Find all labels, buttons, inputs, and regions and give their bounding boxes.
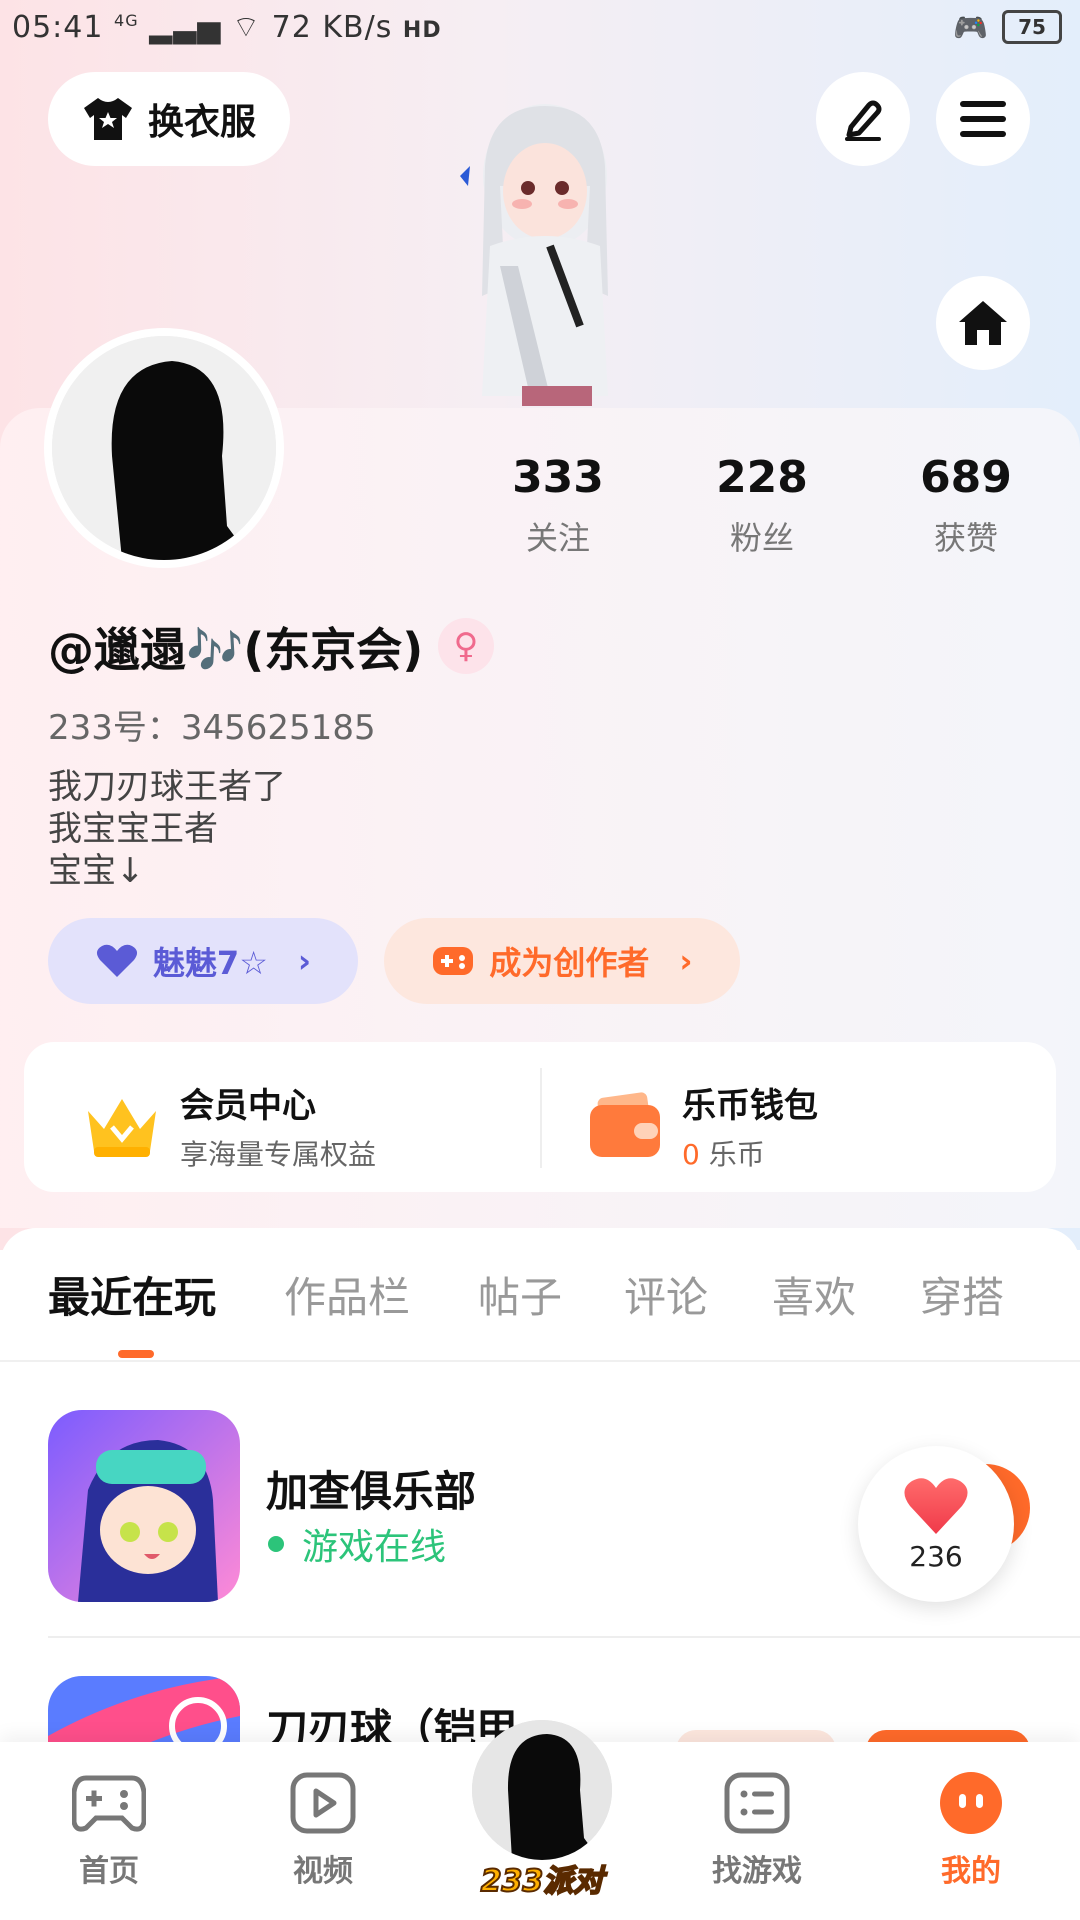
hd-badge: HD bbox=[402, 18, 442, 43]
likes-label: 获赞 bbox=[933, 519, 998, 557]
nav-mine[interactable]: 我的 bbox=[896, 1772, 1046, 1890]
chevron-right-icon: › bbox=[679, 942, 693, 980]
stat-following[interactable]: 333 关注 bbox=[488, 452, 628, 559]
home-icon bbox=[959, 301, 1007, 345]
heart-icon bbox=[96, 944, 137, 977]
like-bubble[interactable]: 236 bbox=[858, 1446, 1014, 1602]
divider bbox=[540, 1068, 542, 1168]
become-creator-button[interactable]: 成为创作者 › bbox=[384, 918, 740, 1004]
vip-center[interactable]: 会员中心 享海量专属权益 bbox=[82, 1078, 376, 1173]
tab-indicator bbox=[118, 1350, 154, 1358]
signal-icon: ▂▃▅ bbox=[149, 10, 222, 45]
tab-comments[interactable]: 评论 bbox=[624, 1264, 708, 1325]
tab-posts[interactable]: 帖子 bbox=[478, 1264, 562, 1325]
wallet-amount: 0 bbox=[682, 1138, 700, 1171]
nav-video[interactable]: 视频 bbox=[248, 1772, 398, 1890]
chevron-right-icon: › bbox=[297, 942, 312, 980]
nav-find-games[interactable]: 找游戏 bbox=[682, 1772, 832, 1890]
video-icon bbox=[290, 1772, 356, 1834]
vip-title: 会员中心 bbox=[180, 1086, 316, 1126]
wallet-icon bbox=[590, 1091, 660, 1157]
game-title: 刀刃球（铠甲 bbox=[266, 1705, 519, 1746]
status-left: 05:41 4G ▂▃▅ ⌔ 72 KB/s HD bbox=[12, 8, 442, 46]
party-logo[interactable]: 233派对 bbox=[472, 1856, 612, 1900]
change-outfit-label: 换衣服 bbox=[147, 102, 256, 143]
game-icon-gacha-club bbox=[48, 1410, 240, 1602]
gamepad-icon bbox=[433, 947, 474, 975]
tab-works[interactable]: 作品栏 bbox=[284, 1264, 410, 1325]
crown-icon bbox=[88, 1098, 156, 1157]
nav-home-label: 首页 bbox=[79, 1854, 139, 1889]
home-button[interactable] bbox=[936, 276, 1030, 370]
avatar-silhouette bbox=[52, 336, 276, 560]
profile-tabs: 最近在玩 作品栏 帖子 评论 喜欢 穿搭 bbox=[0, 1264, 1080, 1360]
wallet[interactable]: 乐币钱包 0 乐币 bbox=[588, 1078, 818, 1173]
following-label: 关注 bbox=[525, 519, 590, 557]
status-time: 05:41 bbox=[12, 10, 104, 45]
following-count: 333 bbox=[512, 452, 604, 503]
likes-count: 689 bbox=[920, 452, 1012, 503]
nav-video-label: 视频 bbox=[293, 1854, 353, 1889]
game-status-text: 游戏在线 bbox=[302, 1527, 447, 1568]
tab-outfits[interactable]: 穿搭 bbox=[920, 1264, 1004, 1325]
row-divider bbox=[48, 1636, 1080, 1638]
creator-label: 成为创作者 bbox=[489, 944, 650, 982]
nav-home[interactable]: 首页 bbox=[34, 1772, 184, 1890]
tabs-divider bbox=[0, 1360, 1080, 1362]
bio-line: 我刀刃球王者了 bbox=[48, 767, 286, 807]
game-status: 游戏在线 bbox=[268, 1518, 446, 1570]
charm-level-button[interactable]: 魅魅7☆ › bbox=[48, 918, 358, 1004]
wallet-title: 乐币钱包 bbox=[682, 1086, 818, 1126]
stat-followers[interactable]: 228 粉丝 bbox=[692, 452, 832, 559]
wallet-balance: 0 乐币 bbox=[682, 1133, 818, 1173]
avatar-character[interactable] bbox=[430, 96, 660, 406]
gamepad-status-icon: 🎮 bbox=[953, 10, 988, 44]
tab-recently-played[interactable]: 最近在玩 bbox=[48, 1264, 216, 1325]
gamepad-icon bbox=[71, 1775, 147, 1832]
shirt-icon bbox=[83, 98, 132, 140]
wallet-unit: 乐币 bbox=[708, 1138, 765, 1171]
member-card: 会员中心 享海量专属权益 乐币钱包 0 乐币 bbox=[24, 1042, 1056, 1192]
followers-label: 粉丝 bbox=[729, 519, 794, 557]
bio-line: 我宝宝王者 bbox=[48, 809, 218, 849]
bio: 我刀刃球王者了 我宝宝王者 宝宝↓ bbox=[48, 766, 286, 892]
battery-icon: 75 bbox=[1002, 10, 1062, 44]
list-icon bbox=[724, 1772, 790, 1834]
status-right: 🎮 75 bbox=[953, 10, 1062, 44]
wifi-icon: ⌔ bbox=[231, 10, 262, 45]
game-title: 加查俱乐部 bbox=[266, 1467, 477, 1516]
nav-party-avatar[interactable] bbox=[472, 1720, 612, 1860]
edit-profile-button[interactable] bbox=[816, 72, 910, 166]
vip-subtitle: 享海量专属权益 bbox=[180, 1138, 377, 1171]
online-dot bbox=[268, 1536, 284, 1552]
user-id[interactable]: 233号：345625185 bbox=[48, 700, 376, 749]
avatar[interactable] bbox=[52, 336, 276, 560]
heart-icon bbox=[904, 1477, 968, 1534]
username: @邋遢🎶(东京会) bbox=[48, 623, 424, 677]
like-count: 236 bbox=[909, 1539, 963, 1573]
menu-icon bbox=[960, 101, 1006, 137]
smile-icon bbox=[940, 1772, 1002, 1834]
network-type: 4G bbox=[114, 11, 139, 30]
status-bar: 05:41 4G ▂▃▅ ⌔ 72 KB/s HD 🎮 75 bbox=[0, 0, 1080, 56]
nav-find-label: 找游戏 bbox=[712, 1854, 802, 1889]
avatar-silhouette bbox=[472, 1720, 612, 1860]
followers-count: 228 bbox=[716, 452, 808, 503]
change-outfit-button[interactable]: 换衣服 bbox=[48, 72, 290, 166]
tab-likes[interactable]: 喜欢 bbox=[772, 1264, 856, 1325]
game-icon-blade-ball bbox=[48, 1676, 240, 1746]
stat-likes[interactable]: 689 获赞 bbox=[896, 452, 1036, 559]
nav-mine-label: 我的 bbox=[941, 1854, 1001, 1889]
pen-icon bbox=[845, 100, 882, 141]
charm-label: 魅魅7☆ bbox=[152, 944, 268, 982]
bio-line: 宝宝↓ bbox=[48, 851, 145, 891]
network-speed: 72 KB/s bbox=[271, 10, 393, 45]
menu-button[interactable] bbox=[936, 72, 1030, 166]
female-icon: ♀ bbox=[438, 618, 494, 674]
